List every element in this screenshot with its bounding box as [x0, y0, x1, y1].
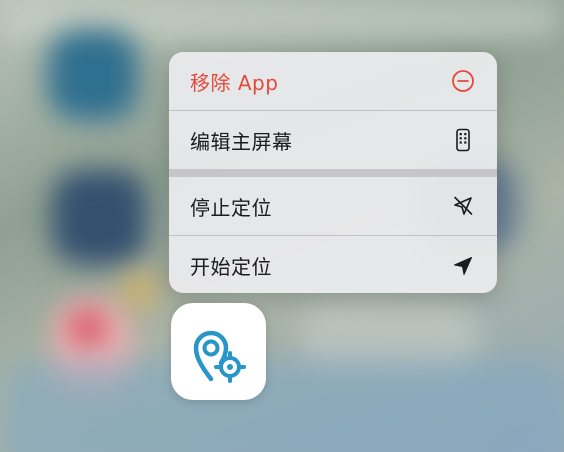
remove-app-item[interactable]: 移除 App	[169, 52, 497, 110]
blurred-dock	[0, 360, 564, 452]
blur-shape	[70, 310, 106, 346]
location-arrow-icon	[451, 254, 475, 278]
stop-location-label: 停止定位	[190, 195, 272, 220]
location-target-app-icon[interactable]	[171, 303, 266, 400]
remove-app-label: 移除 App	[190, 70, 279, 95]
section-gap	[169, 169, 497, 177]
phone-grid-icon	[451, 128, 475, 152]
start-location-label: 开始定位	[190, 255, 272, 279]
location-slash-icon	[451, 194, 475, 218]
blurred-app-icon	[52, 170, 147, 265]
minus-circle-icon	[451, 69, 475, 93]
edit-home-screen-item[interactable]: 编辑主屏幕	[169, 111, 497, 169]
blur-shape	[120, 270, 160, 310]
blurred-app-icon	[48, 30, 138, 120]
stop-location-item[interactable]: 停止定位	[169, 177, 497, 235]
start-location-item[interactable]: 开始定位	[169, 236, 497, 293]
location-target-glyph-icon	[193, 330, 246, 383]
context-menu: 移除 App 编辑主屏幕 停止定位 开始定位	[169, 52, 497, 293]
edit-home-screen-label: 编辑主屏幕	[190, 129, 293, 154]
